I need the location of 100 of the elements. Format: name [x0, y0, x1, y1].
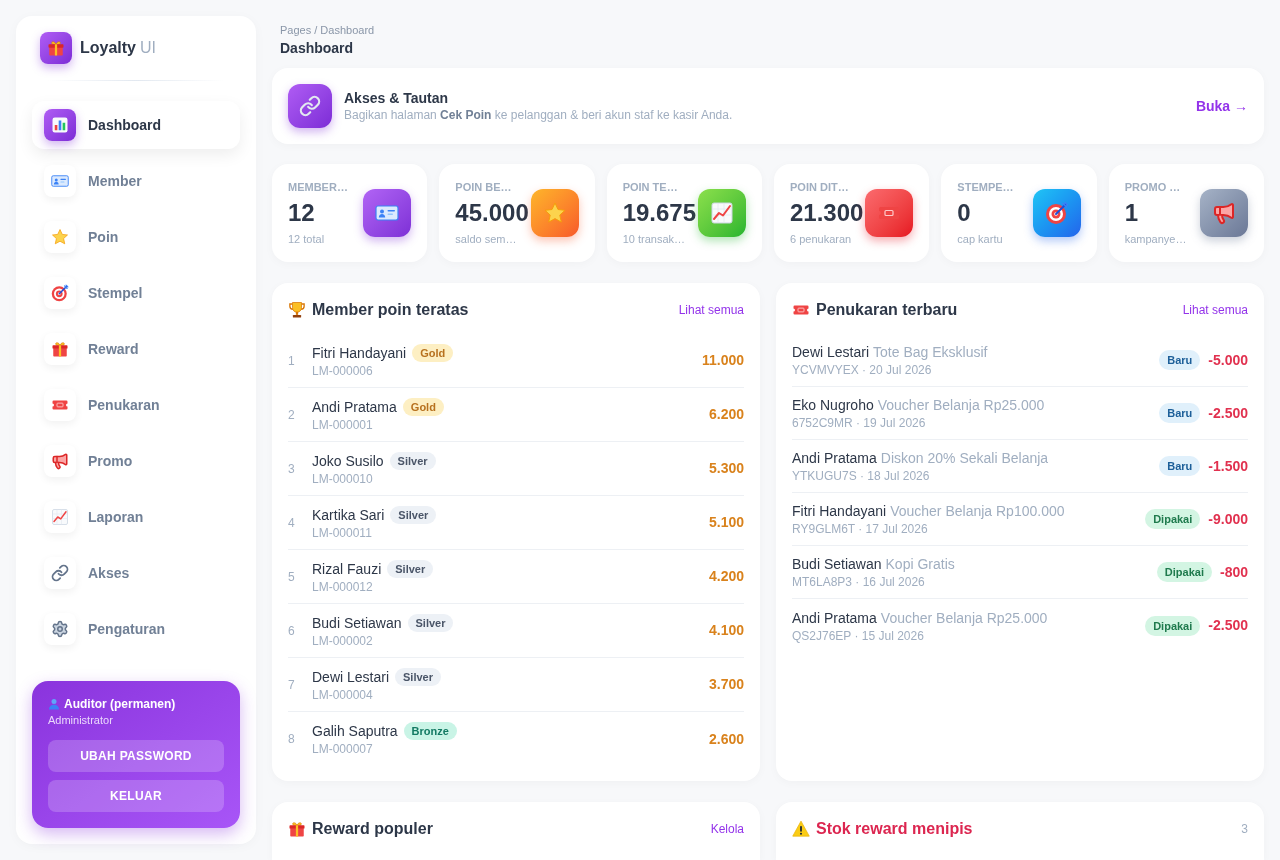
- member-points: 4.100: [708, 621, 744, 640]
- member-code: LM-000006: [312, 362, 374, 379]
- member-code: LM-000007: [312, 741, 374, 757]
- member-points: 5.100: [708, 513, 744, 532]
- stat-label: POIN TE…: [622, 180, 679, 195]
- open-link[interactable]: Buka →: [1195, 95, 1248, 117]
- sidebar-item[interactable]: Poin: [32, 213, 240, 261]
- warning-icon: [792, 820, 810, 838]
- item-count: 3: [1241, 821, 1248, 838]
- page-title: Dashboard: [279, 39, 355, 58]
- ticket-icon: [865, 189, 914, 237]
- redemption-member: Andi Pratama: [792, 608, 877, 628]
- panel-title: Member poin teratas: [312, 300, 469, 320]
- id-card-icon: [44, 165, 76, 197]
- rank-number: 3: [288, 460, 296, 478]
- breadcrumb: Pages / Dashboard: [279, 23, 376, 38]
- user-icon: [48, 698, 60, 710]
- sidebar-item[interactable]: Stempel: [32, 269, 240, 317]
- redemption-member: Dewi Lestari: [792, 343, 870, 362]
- target-icon: [44, 277, 76, 309]
- sidebar-item[interactable]: Laporan: [32, 493, 240, 541]
- tier-badge: Gold: [402, 397, 444, 416]
- megaphone-icon: [44, 445, 76, 477]
- rank-number: 6: [288, 622, 296, 640]
- redemption-member: Budi Setiawan: [792, 555, 882, 574]
- redemption-member: Fitri Handayani: [792, 502, 887, 521]
- member-name: Galih Saputra: [312, 722, 398, 741]
- tier-badge: Silver: [389, 451, 436, 470]
- status-badge: Baru: [1159, 456, 1201, 476]
- member-name: Kartika Sari: [312, 505, 385, 525]
- rank-number: 5: [288, 568, 296, 586]
- redemption-points: -800: [1219, 562, 1248, 582]
- manage-link[interactable]: Kelola: [710, 820, 744, 838]
- bar-chart-icon: [44, 109, 76, 141]
- panel-title: Penukaran terbaru: [816, 300, 958, 320]
- link-icon: [44, 557, 76, 589]
- stat-value: 0: [957, 198, 972, 228]
- member-points: 4.200: [708, 567, 744, 586]
- member-name: Joko Susilo: [312, 451, 384, 471]
- logout-button[interactable]: KELUAR: [48, 780, 224, 812]
- stat-value: 12: [288, 198, 316, 228]
- stat-value: 45.000: [455, 198, 530, 228]
- stat-label: MEMBER…: [288, 180, 349, 195]
- redemption-points: -2.500: [1208, 403, 1248, 423]
- status-badge: Baru: [1159, 350, 1201, 370]
- redemption-meta: YCVMVYEX · 20 Jul 2026: [792, 362, 933, 378]
- trend-chart-icon: [698, 189, 746, 237]
- member-code: LM-000010: [312, 470, 374, 487]
- sidebar-item[interactable]: Dashboard: [32, 101, 240, 149]
- change-password-button[interactable]: UBAH PASSWORD: [48, 740, 224, 772]
- logo-text: Loyalty: [80, 38, 136, 58]
- status-badge: Dipakai: [1145, 615, 1201, 636]
- gift-icon: [40, 32, 72, 64]
- sidebar-item[interactable]: Penukaran: [32, 381, 240, 429]
- redemption-reward: Diskon 20% Sekali Belanja: [880, 449, 1049, 468]
- sidebar-item[interactable]: Reward: [32, 325, 240, 373]
- status-badge: Dipakai: [1156, 562, 1212, 582]
- stat-caption: kampanye…: [1124, 232, 1188, 247]
- redemption-meta: MT6LA8P3 · 16 Jul 2026: [792, 574, 926, 590]
- stat-label: STEMPE…: [957, 180, 1015, 195]
- stat-caption: saldo sem…: [455, 232, 518, 247]
- tier-badge: Gold: [412, 343, 454, 362]
- banner-description: Bagikan halaman Cek Poin ke pelanggan & beri akun staf ke kasir Anda.: [344, 107, 733, 123]
- redemption-points: -5.000: [1208, 350, 1248, 370]
- tier-badge: Silver: [407, 613, 454, 632]
- see-all-link[interactable]: Lihat semua: [1182, 301, 1248, 319]
- panel-title: Reward populer: [312, 819, 433, 839]
- redemption-meta: YTKUGU7S · 18 Jul 2026: [792, 468, 931, 484]
- stat-value: 19.675: [622, 198, 698, 228]
- user-name: Auditor (permanen): [64, 696, 176, 712]
- megaphone-icon: [1200, 189, 1248, 237]
- member-name: Budi Setiawan: [312, 613, 402, 633]
- logo-suffix-text: UI: [140, 38, 156, 58]
- stat-caption: cap kartu: [957, 232, 1004, 247]
- redemption-reward: Voucher Belanja Rp25.000: [880, 608, 1048, 628]
- stat-value: 21.300: [790, 198, 865, 228]
- sidebar-item[interactable]: Member: [32, 157, 240, 205]
- stat-caption: 10 transak…: [622, 232, 687, 247]
- see-all-link[interactable]: Lihat semua: [678, 301, 744, 319]
- link-icon: [288, 84, 332, 128]
- sidebar-item[interactable]: Pengaturan: [32, 605, 240, 653]
- member-points: 11.000: [701, 351, 744, 370]
- redemption-meta: RY9GLM6T · 17 Jul 2026: [792, 521, 929, 537]
- sidebar-item[interactable]: Promo: [32, 437, 240, 485]
- member-points: 5.300: [708, 459, 744, 478]
- stat-label: POIN DIT…: [790, 180, 850, 195]
- member-name: Andi Pratama: [312, 397, 397, 417]
- gift-icon: [44, 333, 76, 365]
- tier-badge: Silver: [390, 505, 437, 524]
- ticket-icon: [44, 389, 76, 421]
- tier-badge: Silver: [387, 559, 434, 578]
- redemption-reward: Voucher Belanja Rp100.000: [890, 502, 1065, 521]
- stat-label: POIN BE…: [455, 180, 513, 195]
- rank-number: 8: [288, 731, 296, 748]
- redemption-member: Eko Nugroho: [792, 396, 874, 415]
- sidebar-item[interactable]: Akses: [32, 549, 240, 597]
- member-code: LM-000012: [312, 578, 374, 595]
- member-name: Fitri Handayani: [312, 343, 407, 363]
- target-icon: [1032, 189, 1081, 237]
- stat-label: PROMO …: [1124, 180, 1182, 195]
